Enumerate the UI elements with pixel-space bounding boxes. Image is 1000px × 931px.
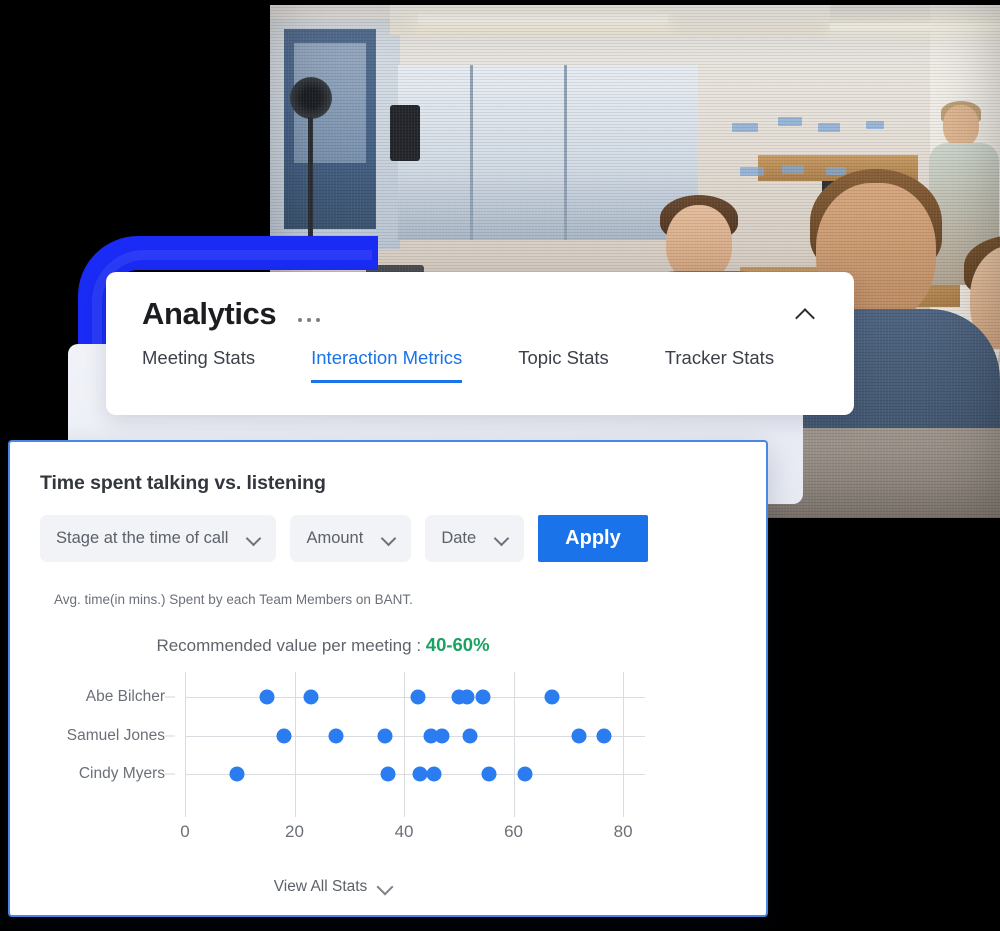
- y-axis-tick: [165, 735, 175, 736]
- scatter-point[interactable]: [276, 728, 292, 743]
- x-axis-tick-label: 60: [504, 822, 524, 841]
- scatter-point[interactable]: [434, 728, 450, 743]
- gridline-vertical: [185, 672, 186, 817]
- y-axis-category-label: Cindy Myers: [78, 765, 165, 782]
- scatter-point[interactable]: [328, 728, 344, 743]
- filter-date[interactable]: Date: [425, 515, 525, 562]
- scatter-point[interactable]: [481, 766, 497, 782]
- scatter-point[interactable]: [303, 689, 319, 705]
- view-all-stats-button[interactable]: View All Stats: [10, 878, 766, 896]
- scatter-point[interactable]: [517, 766, 533, 782]
- scatter-point[interactable]: [596, 728, 612, 743]
- scatter-point[interactable]: [544, 689, 560, 705]
- tab-tracker-stats[interactable]: Tracker Stats: [665, 347, 774, 383]
- x-axis-tick-label: 40: [394, 822, 414, 841]
- chevron-down-icon: [496, 533, 508, 545]
- chart-subtitle: Avg. time(in mins.) Spent by each Team M…: [54, 592, 413, 607]
- recommended-value-note: Recommended value per meeting : 40-60%: [10, 607, 766, 656]
- chevron-down-icon: [383, 533, 395, 545]
- x-axis-labels: 0 20 40 60 80: [180, 822, 645, 852]
- filter-bar: Stage at the time of call Amount Date Ap…: [10, 495, 766, 562]
- scatter-point[interactable]: [377, 728, 393, 743]
- chevron-up-icon[interactable]: [796, 302, 818, 324]
- recommended-label: Recommended value per meeting :: [156, 636, 422, 655]
- view-all-stats-label: View All Stats: [273, 878, 368, 895]
- apply-button[interactable]: Apply: [538, 515, 648, 562]
- recommended-value: 40-60%: [425, 634, 490, 655]
- scatter-plot: Abe Bilcher Samuel Jones Cindy Myers 0 20 40…: [10, 672, 766, 862]
- chart-title: Time spent talking vs. listening: [40, 472, 326, 494]
- scatter-point[interactable]: [410, 689, 426, 705]
- scatter-point[interactable]: [259, 689, 275, 705]
- y-axis-category-label: Samuel Jones: [66, 726, 165, 744]
- tab-topic-stats[interactable]: Topic Stats: [518, 347, 609, 383]
- scatter-point[interactable]: [229, 766, 245, 782]
- x-axis-tick-label: 80: [613, 822, 633, 841]
- tab-meeting-stats[interactable]: Meeting Stats: [142, 347, 255, 383]
- filter-date-label: Date: [441, 529, 477, 547]
- gridline-vertical: [513, 672, 515, 817]
- gridline-vertical: [404, 672, 406, 817]
- filter-amount[interactable]: Amount: [290, 515, 412, 562]
- plot-grid: [185, 672, 645, 817]
- y-axis-category-label: Abe Bilcher: [85, 688, 165, 705]
- chevron-down-icon: [379, 881, 392, 894]
- filter-stage-label: Stage at the time of call: [56, 529, 229, 547]
- tab-interaction-metrics[interactable]: Interaction Metrics: [311, 347, 463, 383]
- scatter-point[interactable]: [380, 766, 396, 782]
- x-axis-tick-label: 20: [285, 822, 304, 841]
- page-title: Analytics: [142, 296, 277, 331]
- chevron-down-icon: [248, 533, 260, 545]
- analytics-header: Analytics: [106, 272, 854, 329]
- y-axis-labels: Abe Bilcher Samuel Jones Cindy Myers: [10, 672, 175, 792]
- screenshot-stage: Analytics Meeting Stats Interaction Metr…: [0, 0, 1000, 931]
- interaction-metrics-chart-card: Time spent talking vs. listening Stage a…: [8, 440, 768, 917]
- analytics-tabs: Meeting Stats Interaction Metrics Topic …: [106, 329, 854, 383]
- y-axis-tick: [165, 773, 175, 775]
- ellipsis-icon[interactable]: [298, 306, 321, 322]
- gridline-vertical: [294, 672, 296, 817]
- filter-stage-at-time-of-call[interactable]: Stage at the time of call: [40, 515, 277, 562]
- x-axis-tick-label: 0: [180, 822, 190, 841]
- scatter-point[interactable]: [571, 728, 587, 743]
- scatter-point[interactable]: [475, 689, 491, 705]
- filter-amount-label: Amount: [306, 529, 364, 547]
- gridline-vertical: [623, 672, 625, 817]
- scatter-point[interactable]: [426, 766, 442, 782]
- y-axis-tick: [165, 696, 175, 698]
- scatter-point[interactable]: [459, 689, 475, 705]
- scatter-point[interactable]: [462, 728, 478, 743]
- analytics-card: Analytics Meeting Stats Interaction Metr…: [106, 272, 854, 415]
